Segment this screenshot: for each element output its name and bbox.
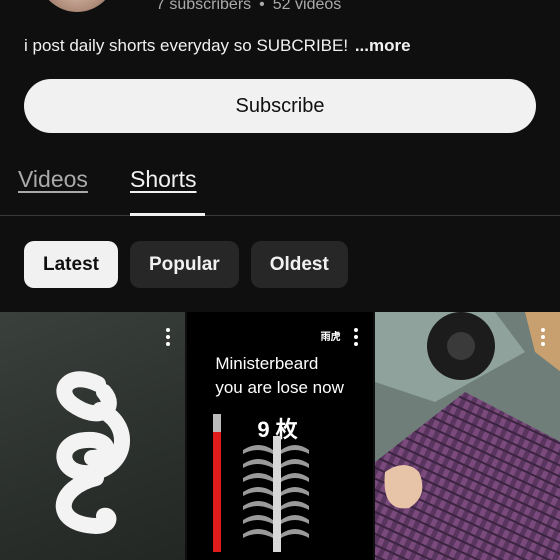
subscriber-count: 7 subscribers	[156, 0, 252, 13]
more-vert-icon[interactable]	[165, 328, 171, 348]
chip-oldest[interactable]: Oldest	[250, 241, 348, 288]
short-thumbnail[interactable]: 雨虎 Ministerbeard you are lose now 9 枚	[187, 312, 373, 560]
channel-avatar[interactable]	[38, 0, 116, 12]
tab-shorts[interactable]: Shorts	[130, 166, 196, 193]
tab-videos[interactable]: Videos	[18, 166, 88, 193]
shorts-grid: 雨虎 Ministerbeard you are lose now 9 枚	[0, 312, 560, 560]
subscribe-button[interactable]: Subscribe	[24, 79, 536, 133]
short-thumbnail[interactable]	[0, 312, 186, 560]
meta-separator: •	[259, 0, 265, 13]
video-count: 52 videos	[272, 0, 342, 13]
short-thumbnail[interactable]	[374, 312, 560, 560]
more-vert-icon[interactable]	[540, 328, 546, 348]
channel-description[interactable]: i post daily shorts everyday so SUBCRIBE…	[24, 36, 411, 56]
channel-tabs: Videos Shorts	[0, 160, 560, 216]
more-link[interactable]: ...more	[355, 36, 411, 55]
channel-meta: 7 subscribers • 52 videos	[156, 0, 341, 14]
description-text: i post daily shorts everyday so SUBCRIBE…	[24, 36, 349, 55]
chip-popular[interactable]: Popular	[129, 241, 239, 288]
more-vert-icon[interactable]	[353, 328, 359, 348]
sort-chips: Latest Popular Oldest	[24, 241, 348, 288]
thumbnail-image	[374, 312, 560, 560]
thumbnail-image	[213, 414, 310, 552]
tab-selected-indicator	[130, 213, 205, 216]
chip-latest[interactable]: Latest	[24, 241, 118, 288]
thumbnail-image	[55, 371, 130, 535]
